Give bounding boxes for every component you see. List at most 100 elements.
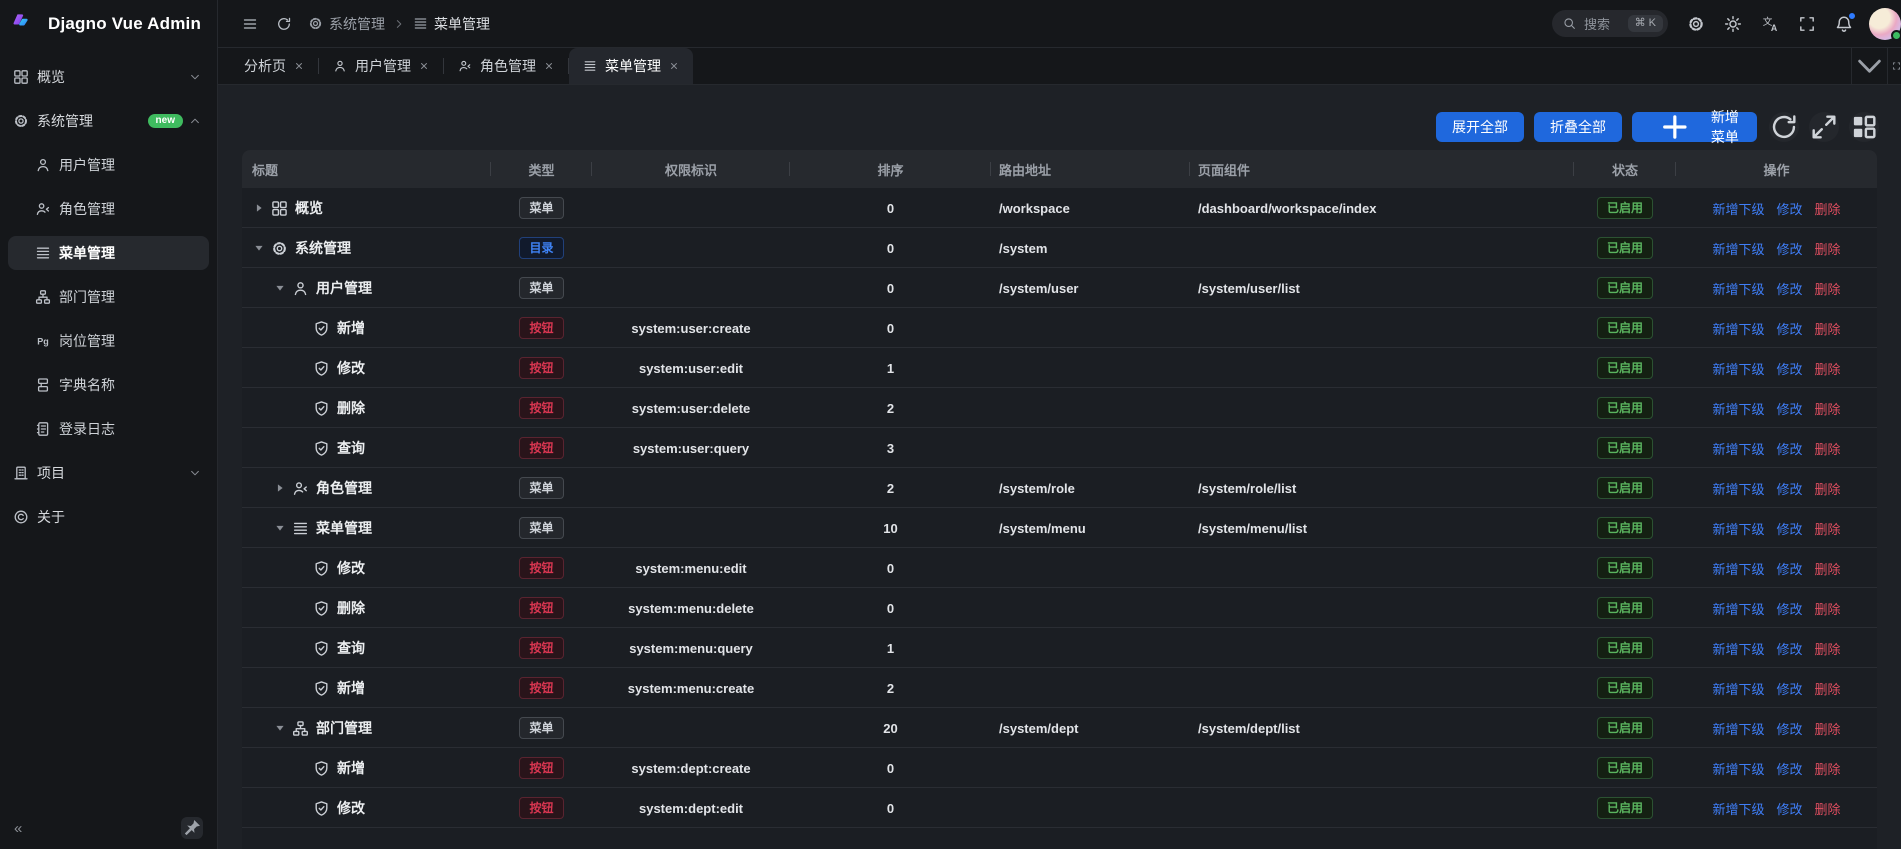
caret-right-icon[interactable] [273, 481, 287, 495]
actions-cell: 新增下级修改删除 [1676, 508, 1877, 548]
action-add-child[interactable]: 新增下级 [1712, 679, 1764, 698]
app-logo[interactable]: Djagno Vue Admin [0, 0, 217, 48]
app-root: Djagno Vue Admin 概览 系统管理 new 用户管理 角色管理 菜… [0, 0, 1901, 849]
action-add-child[interactable]: 新增下级 [1712, 399, 1764, 418]
action-delete[interactable]: 删除 [1815, 599, 1841, 618]
action-add-child[interactable]: 新增下级 [1712, 759, 1764, 778]
expand-all-button[interactable]: 展开全部 [1436, 112, 1524, 142]
action-edit[interactable]: 修改 [1776, 599, 1802, 618]
action-add-child[interactable]: 新增下级 [1712, 199, 1764, 218]
sidebar-item-project[interactable]: 项目 [8, 456, 209, 490]
action-add-child[interactable]: 新增下级 [1712, 639, 1764, 658]
action-add-child[interactable]: 新增下级 [1712, 559, 1764, 578]
caret-down-icon[interactable] [252, 241, 266, 255]
action-edit[interactable]: 修改 [1776, 559, 1802, 578]
action-add-child[interactable]: 新增下级 [1712, 719, 1764, 738]
close-icon[interactable] [419, 61, 429, 71]
action-edit[interactable]: 修改 [1776, 359, 1802, 378]
language-translate-icon[interactable]: 文A [1761, 15, 1779, 33]
action-edit[interactable]: 修改 [1776, 519, 1802, 538]
action-add-child[interactable]: 新增下级 [1712, 439, 1764, 458]
table-row: 用户管理 菜单 0 /system/user /system/user/list… [242, 268, 1877, 308]
close-icon[interactable] [294, 61, 304, 71]
caret-down-icon[interactable] [273, 721, 287, 735]
logo-icon [13, 12, 39, 36]
tab-菜单管理[interactable]: 菜单管理 [569, 48, 693, 84]
refresh-table-button[interactable] [1769, 112, 1799, 142]
action-edit[interactable]: 修改 [1776, 319, 1802, 338]
notification-bell-icon[interactable] [1835, 15, 1853, 33]
fullscreen-table-button[interactable] [1809, 112, 1839, 142]
collapse-all-button[interactable]: 折叠全部 [1534, 112, 1622, 142]
tab-用户管理[interactable]: 用户管理 [319, 48, 443, 84]
action-delete[interactable]: 删除 [1815, 479, 1841, 498]
sidebar-item-system[interactable]: 系统管理 new [8, 104, 209, 138]
caret-right-icon[interactable] [252, 201, 266, 215]
action-delete[interactable]: 删除 [1815, 439, 1841, 458]
action-edit[interactable]: 修改 [1776, 399, 1802, 418]
sidebar-item-role[interactable]: 角色管理 [8, 192, 209, 226]
tabs-maximize-button[interactable] [1887, 48, 1901, 84]
action-edit[interactable]: 修改 [1776, 799, 1802, 818]
sidebar-item-post[interactable]: Pg 岗位管理 [8, 324, 209, 358]
action-add-child[interactable]: 新增下级 [1712, 799, 1764, 818]
caret-down-icon[interactable] [273, 521, 287, 535]
refresh-icon[interactable] [276, 16, 292, 32]
action-edit[interactable]: 修改 [1776, 479, 1802, 498]
action-edit[interactable]: 修改 [1776, 719, 1802, 738]
action-add-child[interactable]: 新增下级 [1712, 359, 1764, 378]
action-edit[interactable]: 修改 [1776, 759, 1802, 778]
sidebar-item-about[interactable]: 关于 [8, 500, 209, 534]
action-delete[interactable]: 删除 [1815, 799, 1841, 818]
sidebar-item-log[interactable]: 登录日志 [8, 412, 209, 446]
action-delete[interactable]: 删除 [1815, 519, 1841, 538]
sidebar-item-dict[interactable]: 字典名称 [8, 368, 209, 402]
breadcrumb-section[interactable]: 系统管理 [329, 14, 385, 34]
tab-分析页[interactable]: 分析页 [230, 48, 318, 84]
caret-down-icon[interactable] [273, 281, 287, 295]
action-delete[interactable]: 删除 [1815, 559, 1841, 578]
sidebar-item-overview[interactable]: 概览 [8, 60, 209, 94]
action-delete[interactable]: 删除 [1815, 679, 1841, 698]
action-delete[interactable]: 删除 [1815, 759, 1841, 778]
column-settings-button[interactable] [1849, 112, 1879, 142]
action-edit[interactable]: 修改 [1776, 279, 1802, 298]
hamburger-icon[interactable] [242, 16, 258, 32]
action-edit[interactable]: 修改 [1776, 679, 1802, 698]
breadcrumb-page[interactable]: 菜单管理 [434, 14, 490, 34]
theme-sun-icon[interactable] [1724, 15, 1742, 33]
gear-icon [308, 16, 323, 31]
close-icon[interactable] [669, 61, 679, 71]
close-icon[interactable] [544, 61, 554, 71]
search-input[interactable]: 搜索 ⌘ K [1552, 10, 1668, 37]
sidebar-item-dept[interactable]: 部门管理 [8, 280, 209, 314]
action-add-child[interactable]: 新增下级 [1712, 479, 1764, 498]
tab-角色管理[interactable]: 角色管理 [444, 48, 568, 84]
fullscreen-icon[interactable] [1798, 15, 1816, 33]
tabs-dropdown-button[interactable] [1851, 48, 1887, 84]
action-edit[interactable]: 修改 [1776, 439, 1802, 458]
action-add-child[interactable]: 新增下级 [1712, 519, 1764, 538]
pin-sidebar-button[interactable] [181, 817, 203, 839]
action-edit[interactable]: 修改 [1776, 239, 1802, 258]
action-delete[interactable]: 删除 [1815, 319, 1841, 338]
action-delete[interactable]: 删除 [1815, 359, 1841, 378]
sidebar-item-user[interactable]: 用户管理 [8, 148, 209, 182]
action-add-child[interactable]: 新增下级 [1712, 239, 1764, 258]
action-delete[interactable]: 删除 [1815, 239, 1841, 258]
add-menu-button[interactable]: 新增菜单 [1632, 112, 1757, 142]
action-delete[interactable]: 删除 [1815, 399, 1841, 418]
sidebar-item-menu[interactable]: 菜单管理 [8, 236, 209, 270]
action-add-child[interactable]: 新增下级 [1712, 319, 1764, 338]
collapse-sidebar-icon[interactable]: « [14, 820, 20, 837]
user-avatar[interactable] [1869, 8, 1901, 40]
action-delete[interactable]: 删除 [1815, 719, 1841, 738]
action-delete[interactable]: 删除 [1815, 639, 1841, 658]
action-add-child[interactable]: 新增下级 [1712, 279, 1764, 298]
action-edit[interactable]: 修改 [1776, 199, 1802, 218]
settings-gear-icon[interactable] [1687, 15, 1705, 33]
action-edit[interactable]: 修改 [1776, 639, 1802, 658]
action-delete[interactable]: 删除 [1815, 199, 1841, 218]
action-delete[interactable]: 删除 [1815, 279, 1841, 298]
action-add-child[interactable]: 新增下级 [1712, 599, 1764, 618]
